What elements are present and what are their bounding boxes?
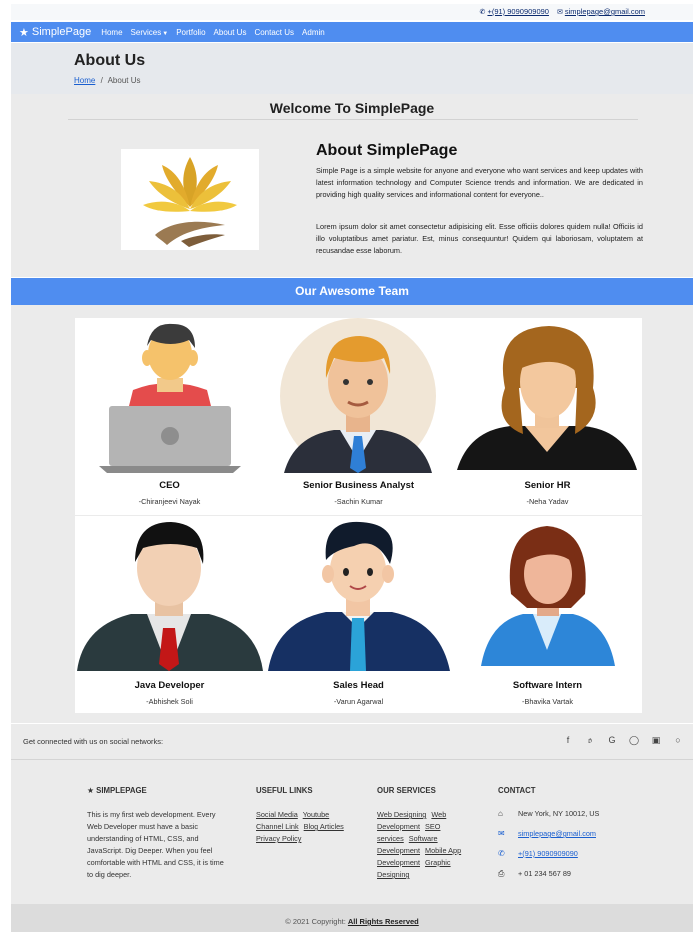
top-contact-bar: ✆ +(91) 9090909090 ✉ simplepage@gmail.com xyxy=(11,4,693,20)
footer-phone-text: +(91) 9090909090 xyxy=(518,849,578,858)
top-phone-text: +(91) 9090909090 xyxy=(487,7,549,16)
about-section: Welcome To SimplePage About SimplePage S… xyxy=(11,94,693,277)
footer-link[interactable]: Social Media xyxy=(256,810,298,819)
page-header: About Us Home / About Us xyxy=(11,43,693,94)
footer-email[interactable]: ✉ simplepage@gmail.com xyxy=(498,824,599,844)
team-heading: Our Awesome Team xyxy=(11,278,693,305)
welcome-heading: Welcome To SimplePage xyxy=(269,100,435,116)
team-role: Software Intern xyxy=(512,680,583,691)
breadcrumb-current: About Us xyxy=(107,76,141,85)
nav-contact-us[interactable]: Contact Us xyxy=(254,28,294,37)
nav-services-label: Services xyxy=(130,27,162,37)
top-email-link[interactable]: ✉ simplepage@gmail.com xyxy=(557,7,645,16)
footer-useful-links: Social Media Youtube Channel Link Blog A… xyxy=(256,809,348,845)
footer-brand: ★ SIMPLEPAGE xyxy=(87,786,147,795)
home-icon: ⌂ xyxy=(498,809,503,818)
footer-service-link[interactable]: Web Designing xyxy=(377,810,426,819)
nav-about-us[interactable]: About Us xyxy=(214,28,247,37)
nav-services[interactable]: Services▼ xyxy=(131,28,169,37)
star-icon: ★ xyxy=(19,26,29,39)
business-analyst-avatar xyxy=(264,318,453,473)
footer-link[interactable]: Blog Articles xyxy=(304,822,344,831)
page-title: About Us xyxy=(74,52,146,69)
about-heading: About SimplePage xyxy=(316,142,458,159)
team-member-name: -Bhavika Vartak xyxy=(522,697,573,706)
social-caption: Get connected with us on social networks… xyxy=(23,737,164,746)
star-icon: ★ xyxy=(87,786,94,795)
footer-email-text: simplepage@gmail.com xyxy=(518,829,596,838)
team-card-java-developer: Java Developer -Abhishek Soli xyxy=(75,516,264,713)
software-intern-avatar xyxy=(453,516,642,671)
phone-icon: ✆ xyxy=(498,849,505,858)
team-card-senior-business-analyst: Senior Business Analyst -Sachin Kumar xyxy=(264,318,453,515)
printer-icon: ⎙ xyxy=(498,869,505,878)
footer-fax: ⎙ + 01 234 567 89 xyxy=(498,864,599,884)
team-member-name: -Abhishek Soli xyxy=(146,697,193,706)
navbar-brand[interactable]: ★ SimplePage xyxy=(19,26,91,39)
twitter-icon[interactable]: 𝔬 xyxy=(585,735,595,746)
team-role: Java Developer xyxy=(134,680,205,691)
copyright-link[interactable]: All Rights Reserved xyxy=(348,917,419,926)
lotus-logo-image xyxy=(121,149,259,250)
breadcrumb-home-link[interactable]: Home xyxy=(74,76,95,85)
footer-services-title: OUR SERVICES xyxy=(377,786,436,795)
copyright-text: © 2021 Copyright: xyxy=(285,917,346,926)
facebook-icon[interactable]: f xyxy=(563,735,573,746)
linkedin-icon[interactable]: ▣ xyxy=(651,735,661,746)
about-paragraph-2: Lorem ipsum dolor sit amet consectetur a… xyxy=(316,222,643,255)
social-bar: Get connected with us on social networks… xyxy=(11,724,693,760)
top-contact-row: ✆ +(91) 9090909090 ✉ simplepage@gmail.com xyxy=(480,7,645,16)
site-footer: ★ SIMPLEPAGE This is my first web develo… xyxy=(11,760,693,904)
team-role: Sales Head xyxy=(333,680,384,691)
team-card-sales-head: Sales Head -Varun Agarwal xyxy=(264,516,453,713)
about-paragraph-1: Simple Page is a simple website for anyo… xyxy=(316,166,643,199)
nav-home[interactable]: Home xyxy=(101,28,122,37)
sales-head-avatar xyxy=(264,516,453,671)
team-member-name: -Chiranjeevi Nayak xyxy=(138,497,201,506)
footer-address-text: New York, NY 10012, US xyxy=(518,809,600,818)
team-card-ceo: CEO -Chiranjeevi Nayak xyxy=(75,318,264,515)
phone-icon: ✆ xyxy=(479,9,486,16)
brand-text: SimplePage xyxy=(31,26,92,38)
team-role: Senior Business Analyst xyxy=(302,480,415,491)
breadcrumb: Home / About Us xyxy=(74,76,141,85)
team-member-name: -Neha Yadav xyxy=(526,497,569,506)
team-section: CEO -Chiranjeevi Nayak Senior Business A… xyxy=(11,305,693,723)
caret-down-icon: ▼ xyxy=(162,30,169,37)
welcome-divider xyxy=(68,119,638,120)
team-member-name: -Varun Agarwal xyxy=(333,697,384,706)
breadcrumb-separator: / xyxy=(100,76,103,85)
nav-portfolio[interactable]: Portfolio xyxy=(176,28,205,37)
footer-link[interactable]: Privacy Policy xyxy=(256,834,301,843)
footer-phone[interactable]: ✆ +(91) 9090909090 xyxy=(498,844,599,864)
team-role: Senior HR xyxy=(524,480,571,491)
main-navbar: ★ SimplePage Home Services▼ Portfolio Ab… xyxy=(11,22,693,42)
team-member-name: -Sachin Kumar xyxy=(334,497,383,506)
envelope-icon: ✉ xyxy=(556,9,563,16)
instagram-icon[interactable]: ◯ xyxy=(629,735,639,746)
footer-contact-title: CONTACT xyxy=(498,786,536,795)
footer-address: ⌂ New York, NY 10012, US xyxy=(498,804,599,824)
footer-services-links: Web Designing Web Development SEO servic… xyxy=(377,809,469,881)
copyright-bar: © 2021 Copyright: All Rights Reserved xyxy=(11,904,693,932)
team-role: CEO xyxy=(159,480,180,491)
java-developer-avatar xyxy=(75,516,264,671)
github-icon[interactable]: ○ xyxy=(673,735,683,746)
footer-brand-text: SIMPLEPAGE xyxy=(96,786,147,795)
envelope-icon: ✉ xyxy=(498,829,505,838)
footer-about-text: This is my first web development. Every … xyxy=(87,810,224,879)
ceo-avatar xyxy=(75,318,264,473)
footer-fax-text: + 01 234 567 89 xyxy=(518,869,571,878)
team-card-software-intern: Software Intern -Bhavika Vartak xyxy=(453,516,642,713)
footer-contact-list: ⌂ New York, NY 10012, US ✉ simplepage@gm… xyxy=(498,804,599,884)
nav-admin[interactable]: Admin xyxy=(302,28,325,37)
top-email-text: simplepage@gmail.com xyxy=(564,7,645,16)
team-card-senior-hr: Senior HR -Neha Yadav xyxy=(453,318,642,515)
social-icons: f 𝔬 G ◯ ▣ ○ xyxy=(563,735,683,746)
google-icon[interactable]: G xyxy=(607,735,617,746)
footer-useful-links-title: USEFUL LINKS xyxy=(256,786,313,795)
top-phone-link[interactable]: ✆ +(91) 9090909090 xyxy=(480,7,549,16)
senior-hr-avatar xyxy=(453,318,642,473)
